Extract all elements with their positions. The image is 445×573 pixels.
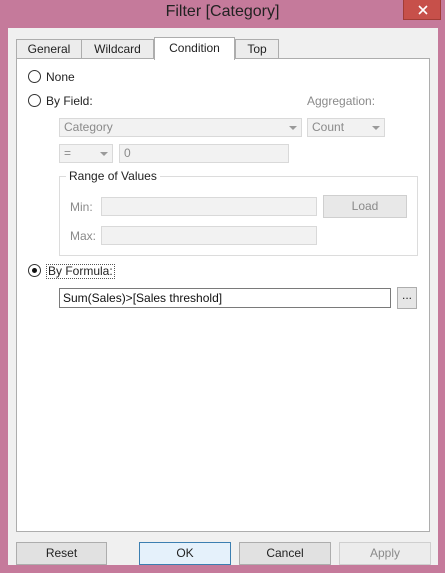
tab-wildcard[interactable]: Wildcard [81, 39, 154, 59]
min-input[interactable] [101, 197, 317, 216]
none-radio[interactable] [28, 70, 41, 83]
cancel-button[interactable]: Cancel [239, 542, 331, 565]
chevron-down-icon [289, 126, 297, 130]
close-icon [418, 5, 428, 15]
chevron-down-icon [372, 126, 380, 130]
by-formula-radio[interactable] [28, 264, 41, 277]
chevron-down-icon [100, 152, 108, 156]
aggregation-label: Aggregation: [307, 94, 376, 108]
tab-condition[interactable]: Condition [154, 37, 235, 60]
field-select[interactable]: Category [59, 118, 302, 137]
operator-amount-input[interactable]: 0 [119, 144, 289, 163]
tab-top[interactable]: Top [235, 39, 279, 59]
min-label: Min: [70, 200, 93, 214]
apply-button[interactable]: Apply [339, 542, 431, 565]
condition-panel: None By Field: Aggregation: Category Cou… [16, 58, 430, 532]
load-button[interactable]: Load [323, 195, 407, 218]
by-field-label: By Field: [46, 94, 93, 108]
tab-general[interactable]: General [16, 39, 82, 59]
window-title: Filter [Category] [165, 3, 280, 20]
filter-dialog: General Wildcard Condition Top None By F… [8, 28, 438, 565]
range-of-values-title: Range of Values [66, 169, 160, 183]
aggregation-select-value: Count [312, 120, 345, 134]
operator-select-value: = [64, 146, 72, 160]
by-formula-label: By Formula: [46, 264, 115, 279]
aggregation-select[interactable]: Count [307, 118, 385, 137]
close-button[interactable] [403, 0, 441, 20]
by-field-radio[interactable] [28, 94, 41, 107]
max-input[interactable] [101, 226, 317, 245]
none-label: None [46, 70, 75, 84]
formula-editor-button[interactable]: ... [397, 287, 417, 309]
field-select-value: Category [64, 120, 113, 134]
max-label: Max: [70, 229, 97, 243]
title-bar: Filter [Category] [0, 0, 445, 28]
reset-button[interactable]: Reset [16, 542, 107, 565]
operator-select[interactable]: = [59, 144, 113, 163]
ok-button[interactable]: OK [139, 542, 231, 565]
formula-input[interactable]: Sum(Sales)>[Sales threshold] [59, 288, 391, 308]
